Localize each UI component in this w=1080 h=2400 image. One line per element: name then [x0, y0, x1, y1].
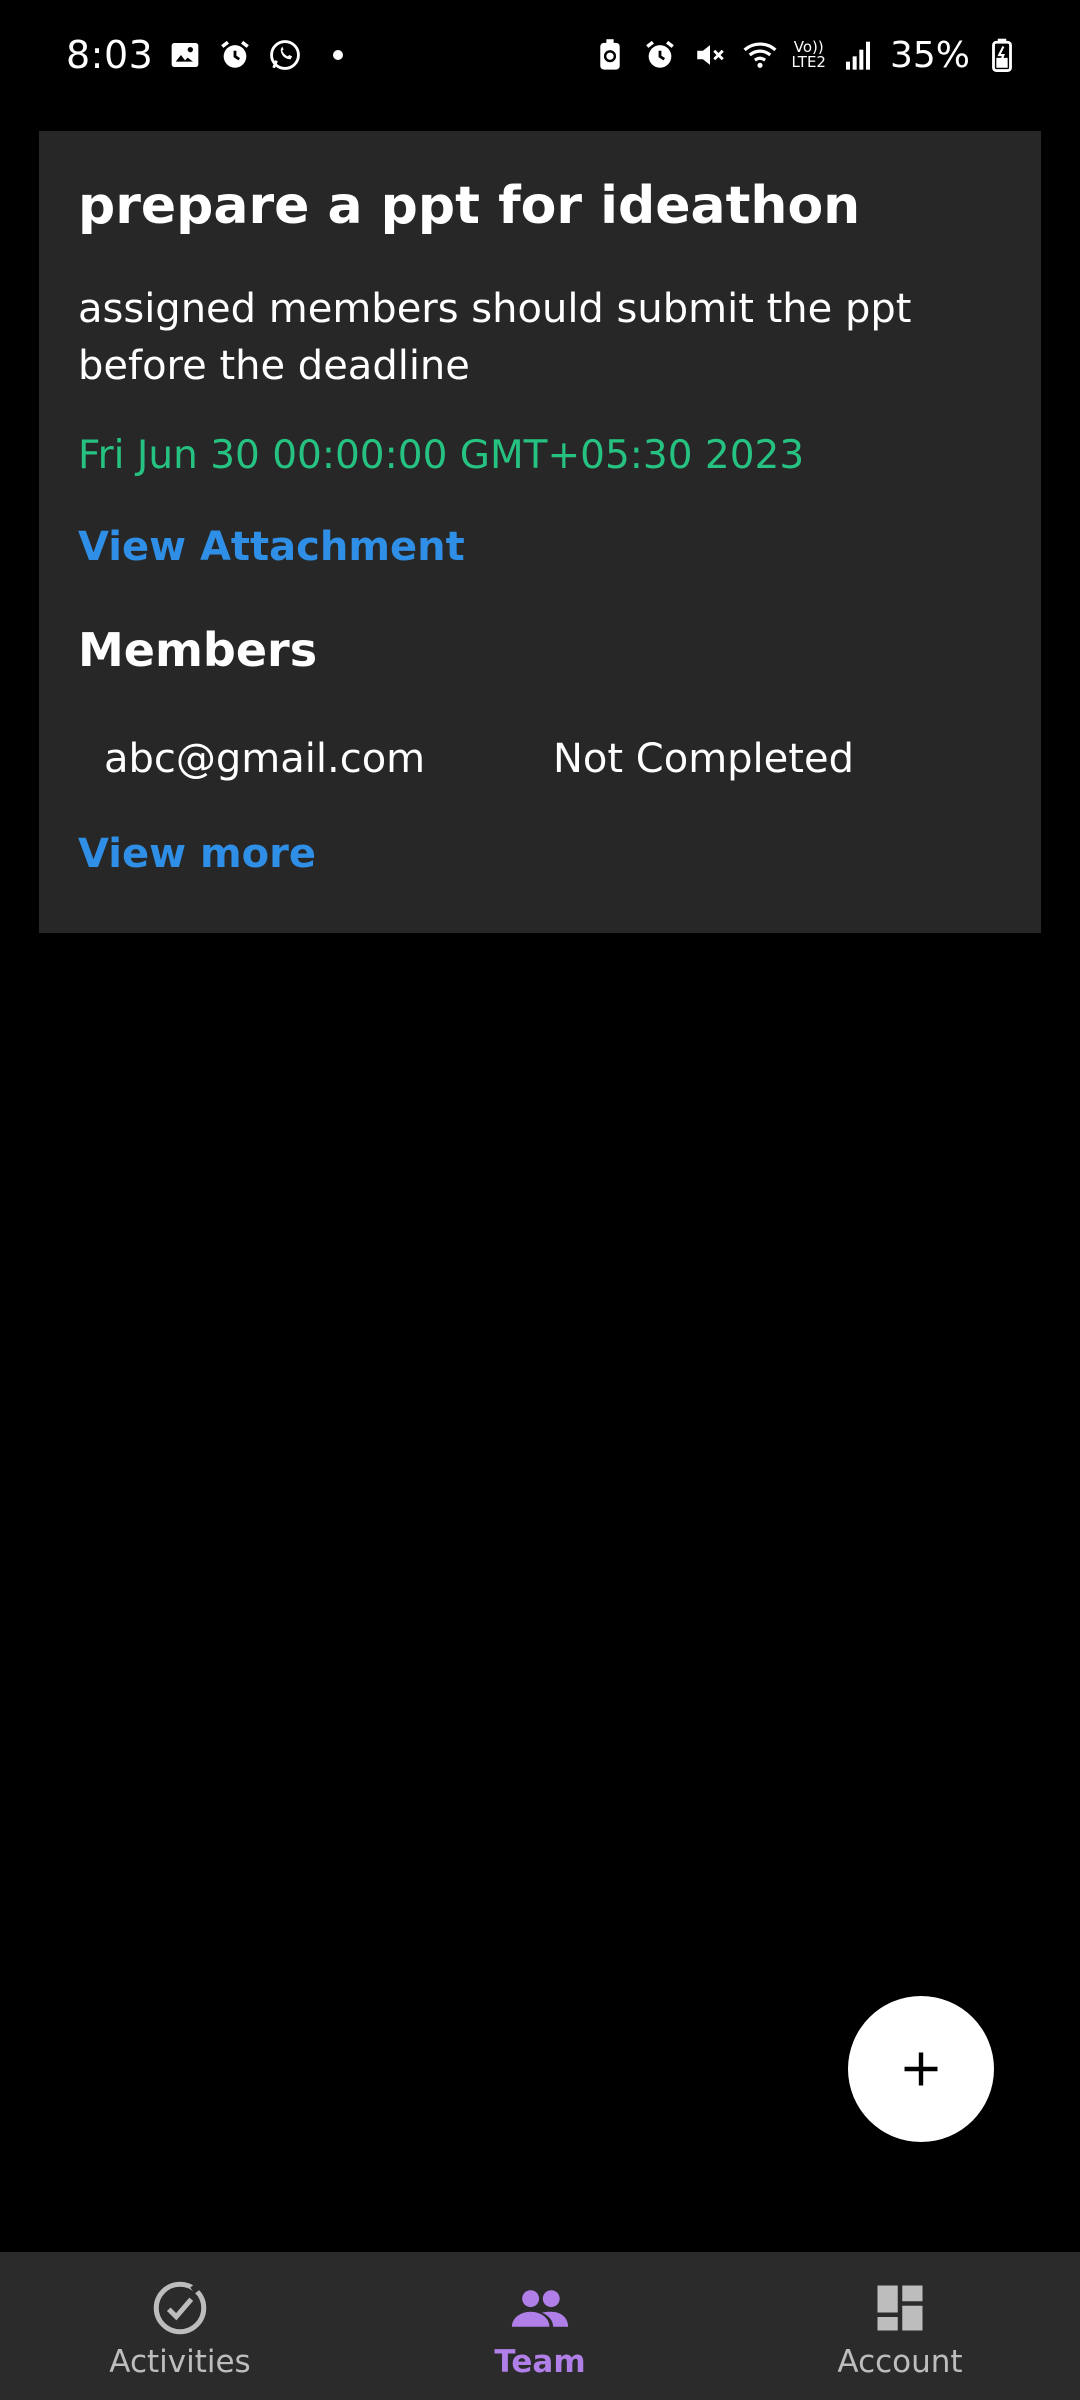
people-icon: [510, 2278, 570, 2338]
member-row: abc@gmail.com Not Completed: [104, 736, 984, 792]
status-time: 8:03: [66, 33, 154, 77]
task-description: assigned members should submit the ppt b…: [78, 286, 912, 389]
nav-team-label: Team: [494, 2344, 586, 2380]
battery-icon: [984, 37, 1020, 73]
task-title: prepare a ppt for ideathon: [78, 176, 861, 236]
battery-saver-icon: [592, 37, 628, 73]
mute-icon: [692, 37, 728, 73]
members-heading: Members: [78, 623, 318, 677]
battery-percent: 35%: [889, 34, 970, 76]
view-attachment-link[interactable]: View Attachment: [78, 524, 465, 570]
gallery-icon: [167, 37, 203, 73]
network-type-label: Vo)) LTE2: [792, 40, 826, 70]
wifi-icon: [742, 37, 778, 73]
nav-activities-label: Activities: [109, 2344, 251, 2380]
status-bar: 8:03 Vo)) LTE2 35%: [0, 0, 1080, 110]
status-right: Vo)) LTE2 35%: [592, 35, 1021, 76]
task-card: prepare a ppt for ideathon assigned memb…: [39, 131, 1041, 933]
task-deadline: Fri Jun 30 00:00:00 GMT+05:30 2023: [78, 433, 805, 478]
check-circle-icon: [150, 2278, 210, 2338]
add-task-button[interactable]: [848, 1996, 994, 2142]
nav-account-label: Account: [837, 2344, 963, 2380]
alarm-icon: [217, 37, 253, 73]
dashboard-icon: [870, 2278, 930, 2338]
lte-label: LTE2: [791, 53, 826, 71]
member-email: abc@gmail.com: [104, 736, 426, 782]
alarm-icon: [642, 37, 678, 73]
nav-team[interactable]: Team: [360, 2252, 720, 2400]
notification-dot-icon: [333, 50, 344, 60]
view-more-link[interactable]: View more: [78, 831, 316, 877]
member-status: Not Completed: [553, 736, 854, 782]
signal-icon: [840, 37, 876, 73]
bottom-navigation: Activities Team Account: [0, 2252, 1080, 2400]
plus-icon: [904, 2052, 938, 2086]
whatsapp-icon: [267, 37, 303, 73]
nav-activities[interactable]: Activities: [0, 2252, 360, 2400]
nav-account[interactable]: Account: [720, 2252, 1080, 2400]
status-left: 8:03: [66, 33, 344, 77]
